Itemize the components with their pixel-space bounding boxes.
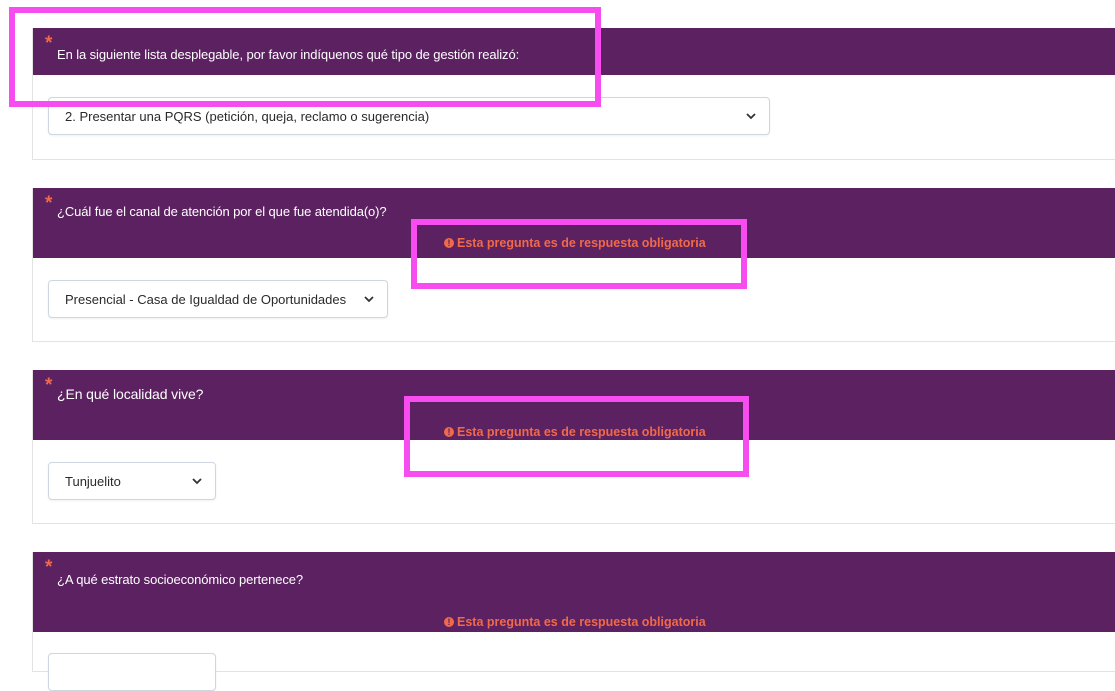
- question-text: En la siguiente lista desplegable, por f…: [57, 47, 520, 62]
- gestion-select[interactable]: 2. Presentar una PQRS (petición, queja, …: [48, 97, 770, 135]
- required-asterisk: *: [45, 557, 53, 578]
- question-header: * En la siguiente lista desplegable, por…: [33, 28, 1115, 75]
- question-block-gestion: * En la siguiente lista desplegable, por…: [32, 28, 1115, 160]
- error-text: Esta pregunta es de respuesta obligatori…: [457, 236, 706, 250]
- canal-select[interactable]: Presencial - Casa de Igualdad de Oportun…: [48, 280, 388, 318]
- question-block-estrato: * ¿A qué estrato socioeconómico pertenec…: [32, 552, 1115, 691]
- required-error-message: ! Esta pregunta es de respuesta obligato…: [444, 236, 706, 250]
- chevron-down-icon: [192, 478, 202, 485]
- select-value: Tunjuelito: [65, 473, 121, 489]
- exclamation-circle-icon: !: [444, 427, 454, 437]
- chevron-down-icon: [364, 296, 374, 303]
- error-text: Esta pregunta es de respuesta obligatori…: [457, 615, 706, 629]
- question-block-localidad: * ¿En qué localidad vive? ! Esta pregunt…: [32, 370, 1115, 524]
- exclamation-circle-icon: !: [444, 238, 454, 248]
- required-asterisk: *: [45, 193, 53, 214]
- required-asterisk: *: [45, 33, 53, 54]
- estrato-select[interactable]: [48, 653, 216, 691]
- question-text: ¿En qué localidad vive?: [57, 386, 204, 402]
- select-value: Presencial - Casa de Igualdad de Oportun…: [65, 291, 347, 307]
- required-error-message: ! Esta pregunta es de respuesta obligato…: [444, 615, 706, 629]
- question-text: ¿Cuál fue el canal de atención por el qu…: [57, 204, 387, 219]
- exclamation-circle-icon: !: [444, 617, 454, 627]
- question-header: * ¿A qué estrato socioeconómico pertenec…: [33, 552, 1115, 632]
- question-block-canal: * ¿Cuál fue el canal de atención por el …: [32, 188, 1115, 342]
- localidad-select[interactable]: Tunjuelito: [48, 462, 216, 500]
- question-header: * ¿Cuál fue el canal de atención por el …: [33, 188, 1115, 258]
- question-header: * ¿En qué localidad vive? ! Esta pregunt…: [33, 370, 1115, 440]
- required-error-message: ! Esta pregunta es de respuesta obligato…: [444, 425, 706, 439]
- required-asterisk: *: [45, 375, 53, 396]
- error-text: Esta pregunta es de respuesta obligatori…: [457, 425, 706, 439]
- question-text: ¿A qué estrato socioeconómico pertenece?: [57, 572, 304, 587]
- select-value: 2. Presentar una PQRS (petición, queja, …: [65, 108, 430, 124]
- chevron-down-icon: [746, 113, 756, 120]
